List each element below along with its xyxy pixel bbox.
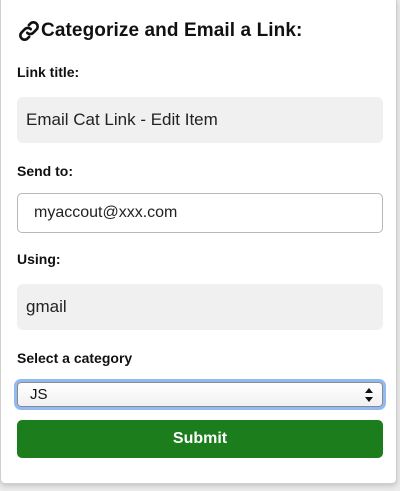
page-title: Categorize and Email a Link: <box>41 20 303 41</box>
category-select[interactable]: JS <box>17 382 383 407</box>
submit-button[interactable]: Submit <box>17 420 383 458</box>
popup-panel: Categorize and Email a Link: Link title:… <box>0 0 397 484</box>
category-label: Select a category <box>17 350 133 366</box>
send-to-label: Send to: <box>17 163 73 179</box>
send-to-input[interactable] <box>17 193 383 233</box>
link-icon <box>19 21 39 41</box>
using-label: Using: <box>17 251 61 267</box>
link-title-label: Link title: <box>17 64 80 80</box>
using-value: gmail <box>17 284 383 330</box>
select-arrows-icon <box>365 387 373 402</box>
link-title-value: Email Cat Link - Edit Item <box>17 97 383 143</box>
category-selected-value: JS <box>30 386 48 403</box>
header: Categorize and Email a Link: <box>17 14 302 48</box>
